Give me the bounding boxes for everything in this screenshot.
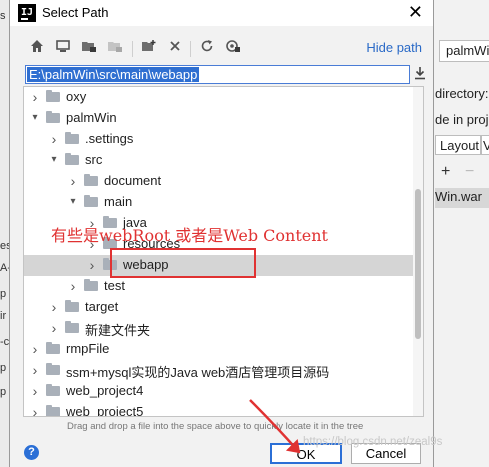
folder-icon (46, 90, 60, 102)
chevron-right-icon[interactable]: › (48, 321, 60, 335)
tree-row-label: oxy (66, 89, 87, 104)
title-bar: IJ Select Path ✕ (10, 0, 433, 26)
chevron-right-icon[interactable]: › (67, 174, 79, 188)
chevron-right-icon[interactable]: › (29, 405, 41, 416)
folder-icon (46, 405, 60, 416)
background-project-structure: palmWi directory: de in proj Layout V + … (435, 0, 489, 467)
tree-row-label: rmpFile (66, 341, 110, 356)
background-add-icon: + (441, 163, 451, 180)
home-icon[interactable] (28, 39, 46, 57)
drop-hint: Drag and drop a file into the space abov… (67, 421, 364, 432)
tree-row[interactable]: › web_project5 (24, 402, 413, 417)
background-tab-other: V (481, 135, 489, 155)
folder-icon (46, 363, 60, 375)
close-button[interactable]: ✕ (408, 2, 423, 23)
tree-row[interactable]: ▾ palmWin (24, 108, 413, 129)
background-directory-label: directory: (435, 86, 489, 101)
new-folder-icon[interactable] (140, 39, 158, 57)
watermark: https://blog.csdn.net/zeal9s (303, 436, 443, 448)
tree-scrollbar[interactable] (413, 87, 423, 416)
tree-row[interactable]: ▾ src (24, 150, 413, 171)
download-icon[interactable] (414, 66, 426, 84)
tree-row-label: 新建文件夹 (85, 323, 151, 338)
chevron-right-icon[interactable]: › (67, 279, 79, 293)
path-input[interactable]: E:\palmWin\src\main\webapp (25, 65, 410, 84)
tree-row-label: src (85, 152, 103, 167)
chevron-down-icon[interactable]: ▾ (29, 111, 41, 125)
tree-row-label: web_project5 (66, 404, 144, 417)
tree-row[interactable]: › ssm+mysql实现的Java web酒店管理项目源码 (24, 360, 413, 381)
folder-icon (65, 321, 79, 333)
tree-row-label: document (104, 173, 162, 188)
desktop-icon[interactable] (54, 39, 72, 57)
tree-row[interactable]: › .settings (24, 129, 413, 150)
folder-icon (65, 132, 79, 144)
annotation-highlight-box (110, 248, 256, 278)
folder-icon (65, 153, 79, 165)
background-remove-icon: − (465, 163, 475, 180)
chevron-down-icon[interactable]: ▾ (67, 195, 79, 209)
tree-row[interactable]: › test (24, 276, 413, 297)
chevron-right-icon[interactable]: › (29, 363, 41, 377)
project-folder-icon[interactable] (80, 39, 98, 57)
folder-icon (65, 300, 79, 312)
chevron-right-icon[interactable]: › (48, 300, 60, 314)
toolbar-separator (132, 41, 133, 57)
folder-icon (84, 195, 98, 207)
dialog-title: Select Path (42, 5, 109, 20)
chevron-right-icon[interactable]: › (29, 90, 41, 104)
tree-row-label: test (104, 278, 125, 293)
help-icon[interactable]: ? (24, 445, 39, 460)
tree-row-label: palmWin (66, 110, 117, 125)
folder-icon (84, 174, 98, 186)
tree-row[interactable]: › rmpFile (24, 339, 413, 360)
folder-icon (46, 111, 60, 123)
background-in-proj-label: de in proj (435, 112, 489, 127)
refresh-icon[interactable] (198, 39, 216, 57)
delete-icon[interactable] (166, 39, 184, 57)
chevron-right-icon[interactable]: › (29, 342, 41, 356)
toolbar-separator (190, 41, 191, 57)
tree-row-label: web_project4 (66, 383, 144, 398)
tree-row[interactable]: › 新建文件夹 (24, 318, 413, 339)
hide-path-link[interactable]: Hide path (366, 40, 422, 55)
chevron-right-icon[interactable]: › (29, 384, 41, 398)
intellij-app-icon: IJ (18, 4, 36, 22)
tree-row[interactable]: › document (24, 171, 413, 192)
tree-row-label: main (104, 194, 133, 209)
module-folder-icon (106, 39, 124, 57)
folder-icon (84, 279, 98, 291)
tree-row-label: ssm+mysql实现的Java web酒店管理项目源码 (66, 365, 330, 380)
chevron-right-icon[interactable]: › (48, 132, 60, 146)
chevron-right-icon[interactable]: › (86, 258, 98, 272)
folder-icon (46, 342, 60, 354)
annotation-note: 有些是webRoot 或者是Web Content (51, 226, 328, 245)
background-tab-layout: Layout (435, 135, 481, 155)
chevron-down-icon[interactable]: ▾ (48, 153, 60, 167)
tree-row-label: .settings (85, 131, 134, 146)
background-artifact-row: Win.war (435, 188, 489, 208)
background-name-field: palmWi (439, 40, 489, 62)
tree-row[interactable]: › web_project4 (24, 381, 413, 402)
tree-row[interactable]: ▾ main (24, 192, 413, 213)
path-input-value: E:\palmWin\src\main\webapp (27, 67, 200, 82)
tree-row[interactable]: › oxy (24, 87, 413, 108)
tree-row-label: target (85, 299, 119, 314)
tree-row[interactable]: › target (24, 297, 413, 318)
tree-scrollbar-thumb[interactable] (415, 189, 421, 339)
show-hidden-icon[interactable] (224, 39, 242, 57)
folder-icon (46, 384, 60, 396)
